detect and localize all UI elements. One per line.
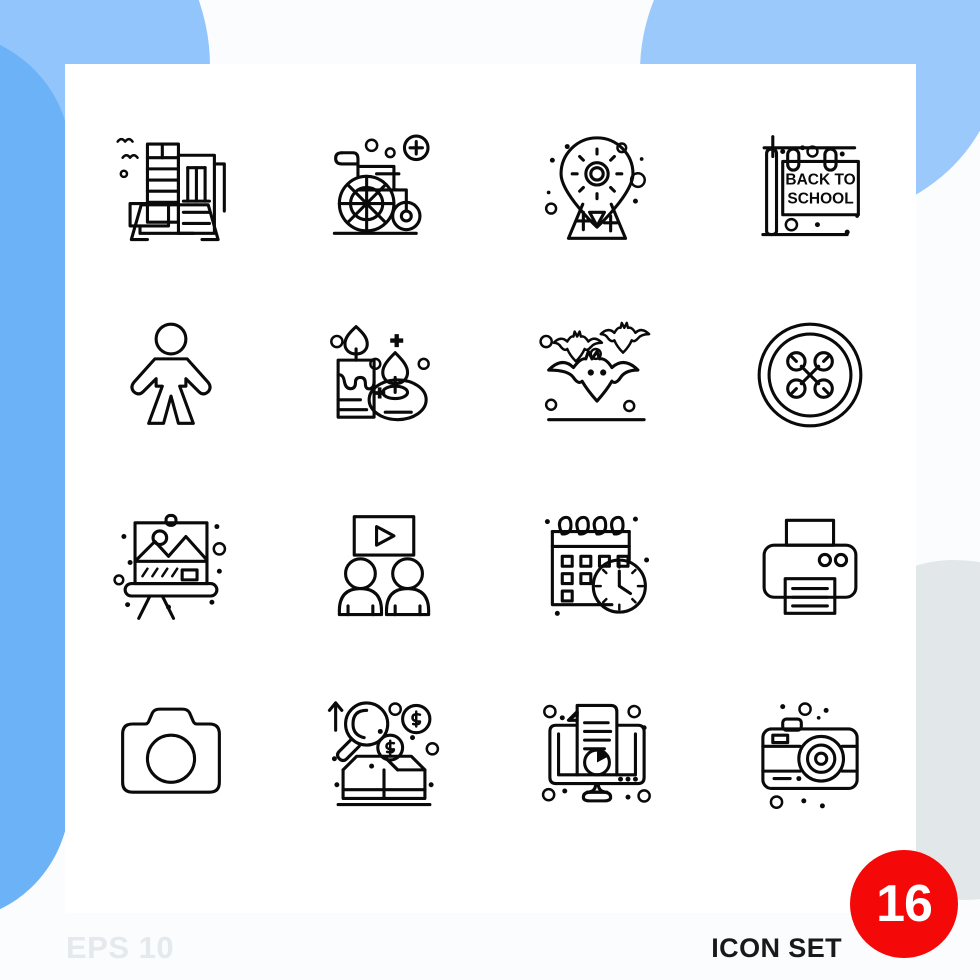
icon-cell-product-research[interactable] <box>278 660 491 850</box>
icon-cell-online-report[interactable] <box>491 660 704 850</box>
online-report-icon <box>541 703 651 803</box>
icon-cell-location-settings[interactable] <box>491 90 704 280</box>
icon-cell-back-to-school[interactable]: BACK TO SCHOOL <box>703 90 916 280</box>
photo-camera-icon <box>760 702 859 809</box>
icon-count-badge: 16 <box>850 850 958 958</box>
printer-icon <box>762 518 858 615</box>
icon-cell-wheelchair[interactable] <box>278 90 491 280</box>
candles-icon <box>330 325 431 422</box>
bats-icon <box>539 321 651 422</box>
back-to-school-sign-icon: BACK TO SCHOOL <box>760 135 860 237</box>
icon-grid: BACK TO SCHOOL <box>65 90 916 850</box>
blob-left <box>0 30 70 920</box>
buildings-icon <box>116 137 227 242</box>
icon-set-poster: BACK TO SCHOOL EPS 10 ICON SET 16 <box>0 0 980 980</box>
icon-cell-video-presentation[interactable] <box>278 470 491 660</box>
icon-cell-person[interactable] <box>65 280 278 470</box>
poster-footer: EPS 10 ICON SET 16 <box>0 850 980 980</box>
camera-icon <box>121 707 222 794</box>
sewing-button-icon <box>757 322 863 428</box>
wheelchair-icon <box>332 134 430 235</box>
icon-cell-candles[interactable] <box>278 280 491 470</box>
product-research-icon <box>328 701 440 807</box>
icon-cell-bats[interactable] <box>491 280 704 470</box>
video-presentation-icon <box>337 515 431 617</box>
easel-painting-icon <box>113 513 227 620</box>
location-settings-icon <box>544 136 646 240</box>
icon-cell-photo-camera[interactable] <box>703 660 916 850</box>
icon-cell-buildings[interactable] <box>65 90 278 280</box>
icon-set-label: ICON SET <box>711 933 842 963</box>
icon-cell-printer[interactable] <box>703 470 916 660</box>
calendar-clock-icon <box>544 515 649 616</box>
sign-line-1: BACK TO <box>785 171 855 188</box>
icon-cell-schedule[interactable] <box>491 470 704 660</box>
icon-cell-camera[interactable] <box>65 660 278 850</box>
sign-line-2: SCHOOL <box>787 191 853 208</box>
icon-cell-easel[interactable] <box>65 470 278 660</box>
eps-label: EPS 10 <box>66 930 175 965</box>
person-icon <box>130 322 212 425</box>
icon-cell-button[interactable] <box>703 280 916 470</box>
